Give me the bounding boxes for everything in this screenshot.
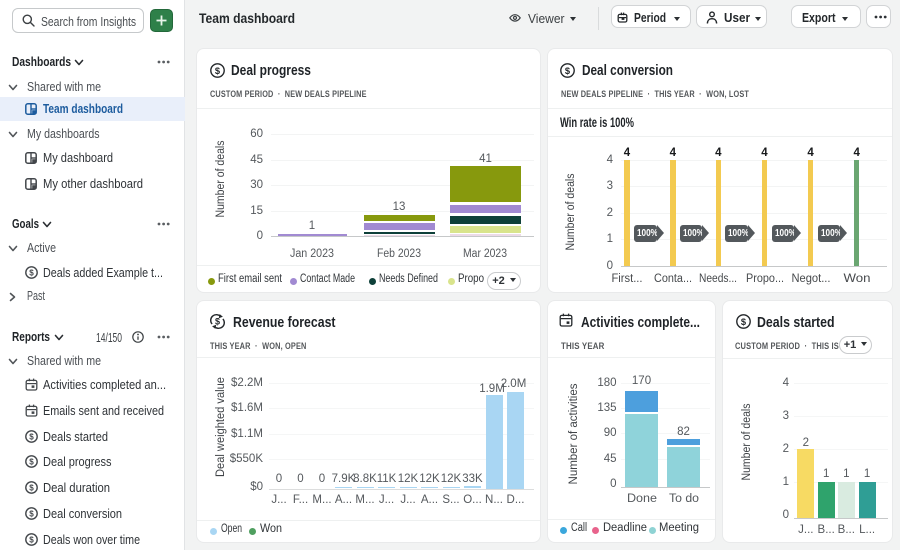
svg-text:$: $	[215, 66, 221, 76]
svg-text:$: $	[215, 317, 220, 327]
svg-text:$: $	[29, 268, 34, 277]
svg-text:$: $	[29, 458, 34, 467]
svg-text:$: $	[29, 432, 34, 441]
svg-text:$: $	[29, 509, 34, 518]
svg-text:$: $	[741, 317, 747, 327]
svg-text:$: $	[565, 66, 571, 76]
svg-text:$: $	[29, 535, 34, 544]
svg-text:$: $	[29, 484, 34, 493]
